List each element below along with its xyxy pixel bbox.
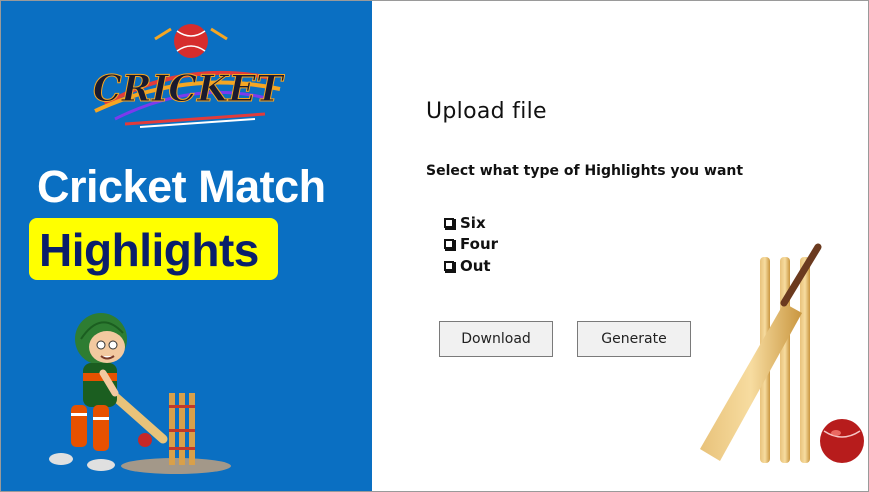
option-out[interactable]: Out [444,255,498,277]
app-window: CRICKET Cricket Match Highlights Upload … [0,0,869,492]
option-six-label: Six [460,213,486,232]
checkbox-four[interactable] [444,239,456,252]
checkbox-six[interactable] [444,217,456,230]
title-highlights: Highlights [39,224,259,276]
cricket-logo: CRICKET [93,24,285,128]
batsman-illustration [49,313,231,474]
download-button[interactable]: Download [439,321,553,357]
option-six[interactable]: Six [444,212,498,234]
checkbox-out[interactable] [444,260,456,273]
branding-panel: CRICKET Cricket Match Highlights [1,1,372,491]
option-four[interactable]: Four [444,234,498,256]
title-cricket-match: Cricket Match [37,161,326,212]
option-four-label: Four [460,235,499,254]
option-out-label: Out [460,256,491,275]
highlight-type-label: Select what type of Highlights you want [426,163,744,179]
upload-file-link[interactable]: Upload file [426,99,547,124]
logo-text: CRICKET [93,68,285,110]
controls-panel: Upload file Select what type of Highligh… [372,1,868,491]
bat-and-stumps-illustration [700,243,864,463]
generate-button[interactable]: Generate [577,321,691,357]
highlight-options: Six Four Out [444,212,498,277]
